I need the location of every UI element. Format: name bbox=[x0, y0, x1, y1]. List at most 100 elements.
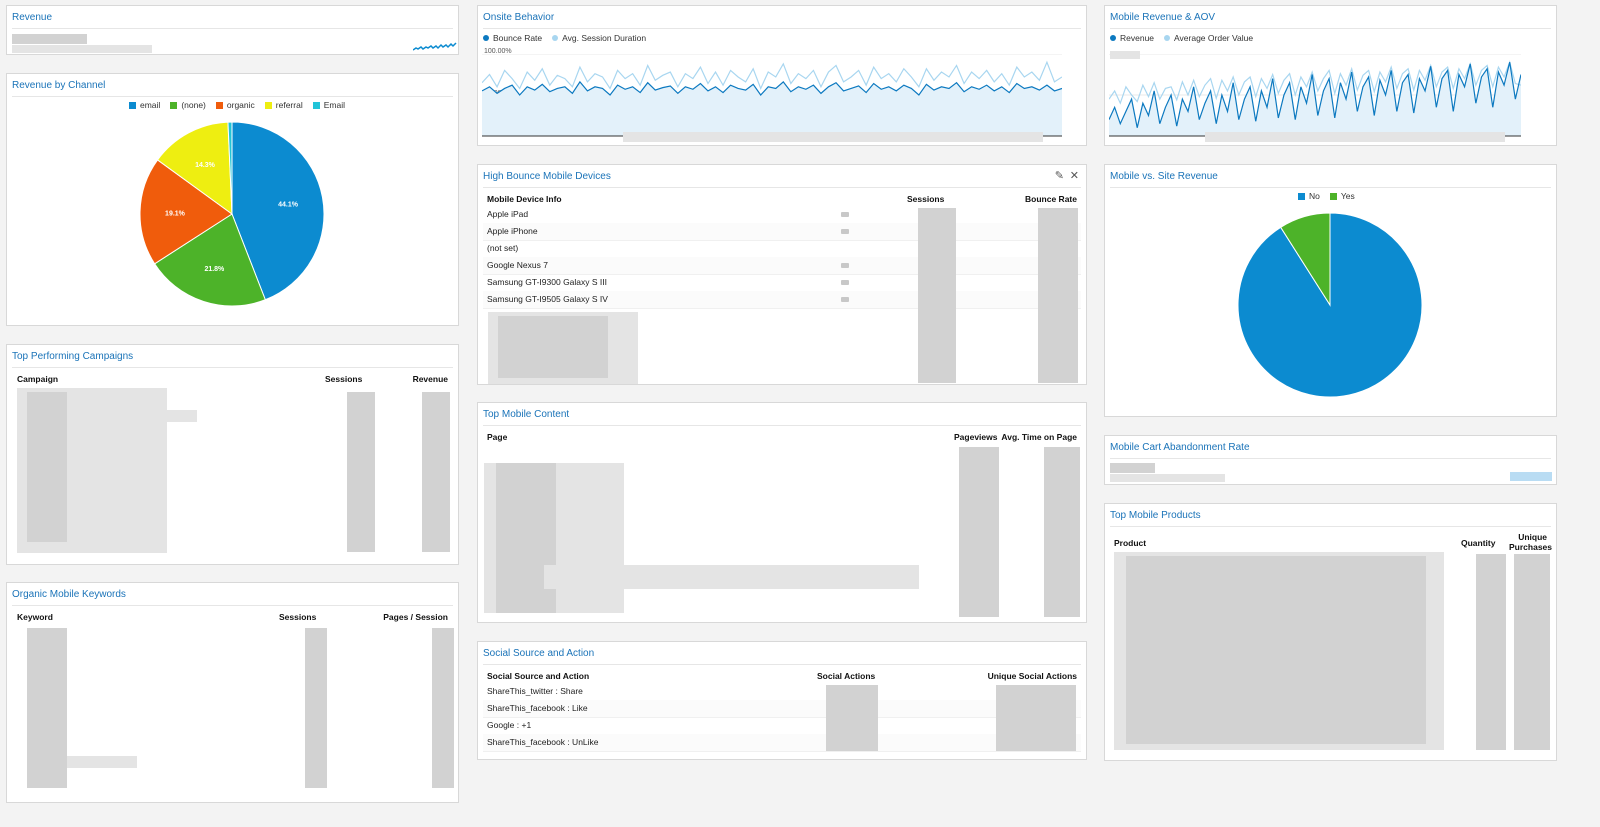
column-header-page[interactable]: Page bbox=[487, 432, 507, 442]
legend-label: Avg. Session Duration bbox=[562, 33, 647, 43]
camera-icon[interactable] bbox=[841, 212, 849, 217]
redacted-block bbox=[77, 410, 197, 422]
redacted-table-body bbox=[484, 443, 1080, 618]
column-header-device[interactable]: Mobile Device Info bbox=[487, 194, 562, 204]
redacted-block bbox=[1038, 208, 1078, 383]
column-header-social-source[interactable]: Social Source and Action bbox=[487, 671, 589, 681]
table-row[interactable]: ShareThis_facebook : UnLike bbox=[483, 734, 1081, 752]
column-header-product[interactable]: Product bbox=[1114, 538, 1146, 548]
onsite-behavior-chart bbox=[482, 54, 1062, 137]
legend-swatch bbox=[1164, 35, 1171, 41]
column-header-campaign[interactable]: Campaign bbox=[17, 374, 58, 384]
redacted-block bbox=[27, 392, 67, 542]
redacted-block bbox=[1044, 447, 1080, 617]
top-campaigns-widget: Top Performing Campaigns Campaign Sessio… bbox=[6, 344, 459, 565]
line-legend: Bounce Rate Avg. Session Duration bbox=[483, 33, 646, 43]
close-icon[interactable]: ✕ bbox=[1070, 169, 1079, 182]
camera-icon[interactable] bbox=[841, 280, 849, 285]
device-name: Google Nexus 7 bbox=[487, 260, 548, 270]
redacted-block bbox=[432, 628, 454, 788]
high-bounce-widget: High Bounce Mobile Devices ✎ ✕ Mobile De… bbox=[477, 164, 1087, 385]
redacted-x-labels bbox=[623, 132, 1043, 142]
table-row[interactable]: Samsung GT-I9505 Galaxy S IV bbox=[483, 291, 1081, 309]
column-header-sessions[interactable]: Sessions bbox=[279, 612, 316, 622]
column-header-sessions[interactable]: Sessions bbox=[325, 374, 362, 384]
redacted-block bbox=[422, 392, 450, 552]
redacted-subvalue bbox=[12, 45, 152, 53]
camera-icon[interactable] bbox=[841, 263, 849, 268]
device-name: Samsung GT-I9300 Galaxy S III bbox=[487, 277, 608, 287]
redacted-axis-label bbox=[1110, 51, 1140, 59]
device-name: Apple iPhone bbox=[487, 226, 538, 236]
divider bbox=[12, 605, 453, 606]
divider bbox=[483, 425, 1081, 426]
revenue-sparkline bbox=[413, 42, 457, 51]
column-header-sessions[interactable]: Sessions bbox=[907, 194, 944, 204]
legend-label: Revenue bbox=[1120, 33, 1155, 43]
pie-slice-label: 19.1% bbox=[165, 210, 186, 217]
legend-swatch bbox=[483, 35, 489, 41]
table-row[interactable]: Apple iPad bbox=[483, 206, 1081, 224]
widget-title[interactable]: Onsite Behavior bbox=[483, 12, 554, 23]
revenue-by-channel-widget: Revenue by Channel email (none) organic … bbox=[6, 73, 459, 326]
redacted-block bbox=[496, 463, 556, 613]
column-header-pageviews[interactable]: Pageviews bbox=[954, 432, 997, 442]
social-action: ShareThis_facebook : UnLike bbox=[487, 737, 599, 747]
widget-title[interactable]: Mobile Revenue & AOV bbox=[1110, 12, 1215, 23]
column-header-avg-time[interactable]: Avg. Time on Page bbox=[1001, 432, 1077, 442]
divider bbox=[1110, 458, 1551, 459]
divider bbox=[483, 28, 1081, 29]
widget-title[interactable]: High Bounce Mobile Devices bbox=[483, 171, 611, 182]
organic-keywords-widget: Organic Mobile Keywords Keyword Sessions… bbox=[6, 582, 459, 803]
legend-item[interactable]: Revenue bbox=[1110, 33, 1154, 43]
series-line[interactable] bbox=[482, 60, 1062, 90]
widget-title[interactable]: Organic Mobile Keywords bbox=[12, 589, 126, 600]
widget-title[interactable]: Top Mobile Products bbox=[1110, 510, 1201, 521]
revenue-widget: Revenue bbox=[6, 5, 459, 55]
table-row[interactable]: (not set) bbox=[483, 240, 1081, 258]
divider bbox=[1110, 28, 1551, 29]
device-name: Samsung GT-I9505 Galaxy S IV bbox=[487, 294, 608, 304]
divider bbox=[483, 664, 1081, 665]
widget-title[interactable]: Top Performing Campaigns bbox=[12, 351, 133, 362]
column-header-social-actions[interactable]: Social Actions bbox=[817, 671, 875, 681]
table-row[interactable]: Google : +1 bbox=[483, 717, 1081, 735]
edit-icon[interactable]: ✎ bbox=[1055, 169, 1064, 182]
pie-slice-label: 44.1% bbox=[278, 201, 299, 208]
redacted-value bbox=[12, 34, 87, 44]
redacted-block bbox=[347, 392, 375, 552]
legend-item[interactable]: Average Order Value bbox=[1164, 33, 1253, 43]
camera-icon[interactable] bbox=[841, 297, 849, 302]
divider bbox=[12, 28, 453, 29]
revenue-by-channel-pie: 44.1% 21.8% 19.1% 14.3% bbox=[139, 121, 325, 307]
camera-icon[interactable] bbox=[841, 229, 849, 234]
line-legend: Revenue Average Order Value bbox=[1110, 33, 1253, 43]
widget-title[interactable]: Top Mobile Content bbox=[483, 409, 569, 420]
redacted-block bbox=[27, 628, 67, 788]
column-header-revenue[interactable]: Revenue bbox=[413, 374, 448, 384]
legend-swatch bbox=[1110, 35, 1116, 41]
table-row[interactable]: ShareThis_facebook : Like bbox=[483, 700, 1081, 718]
widget-title[interactable]: Revenue bbox=[12, 12, 52, 23]
column-header-bounce-rate[interactable]: Bounce Rate bbox=[1025, 194, 1077, 204]
legend-item[interactable]: Avg. Session Duration bbox=[552, 33, 646, 43]
redacted-block bbox=[305, 628, 327, 788]
widget-title[interactable]: Social Source and Action bbox=[483, 648, 594, 659]
device-name: (not set) bbox=[487, 243, 519, 253]
column-header-keyword[interactable]: Keyword bbox=[17, 612, 53, 622]
redacted-x-labels bbox=[1205, 132, 1505, 142]
column-header-pages-per-session[interactable]: Pages / Session bbox=[383, 612, 448, 622]
table-row[interactable]: Google Nexus 7 bbox=[483, 257, 1081, 275]
divider bbox=[1110, 526, 1551, 527]
legend-item[interactable]: Bounce Rate bbox=[483, 33, 542, 43]
table-row[interactable]: Apple iPhone bbox=[483, 223, 1081, 241]
table-row[interactable]: ShareThis_twitter : Share bbox=[483, 683, 1081, 701]
sparkline bbox=[1510, 472, 1552, 481]
column-header-quantity[interactable]: Quantity bbox=[1461, 538, 1495, 548]
column-header-unique-social-actions[interactable]: Unique Social Actions bbox=[988, 671, 1077, 681]
divider bbox=[483, 187, 1081, 188]
column-header-unique-purchases[interactable]: Unique Purchases bbox=[1509, 532, 1552, 552]
widget-title[interactable]: Mobile Cart Abandonment Rate bbox=[1110, 442, 1250, 453]
table-row[interactable]: Samsung GT-I9300 Galaxy S III bbox=[483, 274, 1081, 292]
mobile-vs-site-pie bbox=[1237, 212, 1423, 398]
